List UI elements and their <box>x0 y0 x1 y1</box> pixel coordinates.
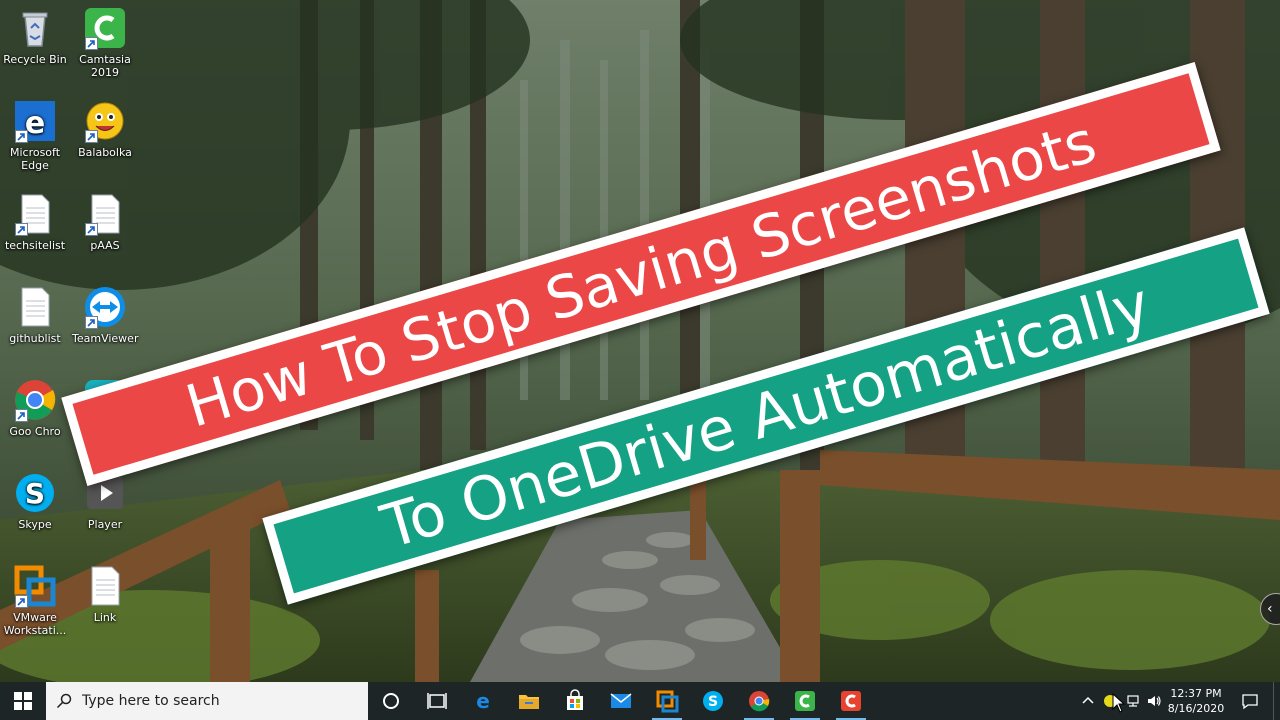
desktop-icon-label: Skype <box>18 518 52 531</box>
network-icon <box>1127 695 1139 707</box>
chevron-left-icon: ‹ <box>1267 601 1273 617</box>
clock-time: 12:37 PM <box>1170 687 1222 700</box>
text-file-icon <box>13 192 57 236</box>
skype-icon: S <box>703 691 723 711</box>
taskbar-camtasia[interactable] <box>782 682 828 720</box>
desktop-icon-label: Camtasia 2019 <box>79 53 131 79</box>
desktop-icon-teamviewer[interactable]: TeamViewer <box>72 285 138 345</box>
taskbar-camtasia-recorder[interactable] <box>828 682 874 720</box>
desktop-icon-balabolka[interactable]: Balabolka <box>72 99 138 159</box>
clock-date: 8/16/2020 <box>1167 702 1225 715</box>
taskbar-edge[interactable]: e <box>460 682 506 720</box>
cortana-icon <box>383 693 399 709</box>
desktop-icon-label: techsitelist <box>4 239 66 252</box>
shortcut-arrow-icon <box>15 409 28 422</box>
shortcut-arrow-icon <box>85 316 98 329</box>
teamviewer-icon <box>83 285 127 329</box>
start-button[interactable] <box>0 682 46 720</box>
search-input[interactable] <box>82 693 342 709</box>
desktop-icon-label: pAAS <box>90 239 120 252</box>
desktop-icon-skype[interactable]: S Skype <box>2 471 68 531</box>
notification-icon <box>1242 694 1258 710</box>
recycle-bin-icon <box>13 6 57 50</box>
taskbar: e S 12:37 PM 8/16/202 <box>0 682 1280 720</box>
shortcut-arrow-icon <box>85 130 98 143</box>
svg-text:e: e <box>476 689 490 713</box>
desktop-icon-paas[interactable]: pAAS <box>72 192 138 252</box>
taskbar-teamviewer[interactable] <box>644 682 690 720</box>
mouse-cursor-icon <box>1112 693 1126 713</box>
taskbar-mail[interactable] <box>598 682 644 720</box>
svg-text:S: S <box>708 694 718 710</box>
skype-icon: S <box>13 471 57 515</box>
desktop-icon-label: Goo Chro <box>9 425 61 438</box>
desktop-icon-label: Recycle Bin <box>3 53 67 66</box>
store-icon <box>567 689 583 710</box>
shortcut-arrow-icon <box>85 223 98 236</box>
desktop-icon-label: githublist <box>9 332 61 345</box>
task-view-button[interactable] <box>414 682 460 720</box>
desktop-icon-githublist[interactable]: githublist <box>2 285 68 345</box>
desktop-icon-label: Player <box>87 518 123 531</box>
taskbar-store[interactable] <box>552 682 598 720</box>
text-file-icon <box>83 192 127 236</box>
task-view-icon <box>427 693 447 709</box>
windows-logo-icon <box>14 692 32 710</box>
speaker-icon <box>1148 696 1161 706</box>
teamviewer-icon <box>656 690 679 713</box>
balabolka-icon <box>83 99 127 143</box>
taskbar-search-box[interactable] <box>46 682 368 720</box>
shortcut-arrow-icon <box>85 37 98 50</box>
camtasia-icon <box>83 6 127 50</box>
volume-button[interactable] <box>1143 682 1165 720</box>
desktop-icon-label: TeamViewer <box>72 332 139 345</box>
desktop-icon-chrome[interactable]: Goo Chro <box>2 378 68 438</box>
desktop-icon-label: Link <box>93 611 117 624</box>
action-center-button[interactable] <box>1227 682 1273 720</box>
mail-icon <box>610 693 632 708</box>
edge-icon: e <box>476 689 490 713</box>
desktop-icon-techsitelist[interactable]: techsitelist <box>2 192 68 252</box>
file-explorer-icon <box>519 695 539 709</box>
edge-icon: e <box>13 99 57 143</box>
camtasia-recorder-icon <box>841 691 861 711</box>
desktop-icon-vmware[interactable]: VMware Workstati... <box>2 564 68 637</box>
desktop-icon-label: Microsoft Edge <box>9 146 61 172</box>
desktop-icon-label: VMware Workstati... <box>3 611 67 637</box>
desktop-icon-label: Balabolka <box>78 146 132 159</box>
taskbar-skype[interactable]: S <box>690 682 736 720</box>
desktop-icon-camtasia[interactable]: Camtasia 2019 <box>72 6 138 79</box>
svg-text:S: S <box>25 477 45 510</box>
desktop-icon-recycle-bin[interactable]: Recycle Bin <box>2 6 68 66</box>
vmware-icon <box>13 564 57 608</box>
system-tray: 12:37 PM 8/16/2020 <box>1077 682 1280 720</box>
show-desktop-button[interactable] <box>1273 682 1280 720</box>
desktop-icon-edge[interactable]: e Microsoft Edge <box>2 99 68 172</box>
text-file-icon <box>83 564 127 608</box>
taskbar-clock[interactable]: 12:37 PM 8/16/2020 <box>1165 686 1227 716</box>
shortcut-arrow-icon <box>15 223 28 236</box>
taskbar-chrome[interactable] <box>736 682 782 720</box>
search-icon <box>56 693 72 709</box>
cortana-button[interactable] <box>368 682 414 720</box>
taskbar-file-explorer[interactable] <box>506 682 552 720</box>
show-hidden-icons-button[interactable] <box>1077 682 1099 720</box>
chrome-icon <box>13 378 57 422</box>
desktop-icon-link[interactable]: Link <box>72 564 138 624</box>
chevron-up-icon <box>1082 696 1094 704</box>
camtasia-icon <box>795 691 815 711</box>
shortcut-arrow-icon <box>15 130 28 143</box>
chrome-icon <box>749 691 770 712</box>
text-file-icon <box>13 285 57 329</box>
shortcut-arrow-icon <box>15 595 28 608</box>
